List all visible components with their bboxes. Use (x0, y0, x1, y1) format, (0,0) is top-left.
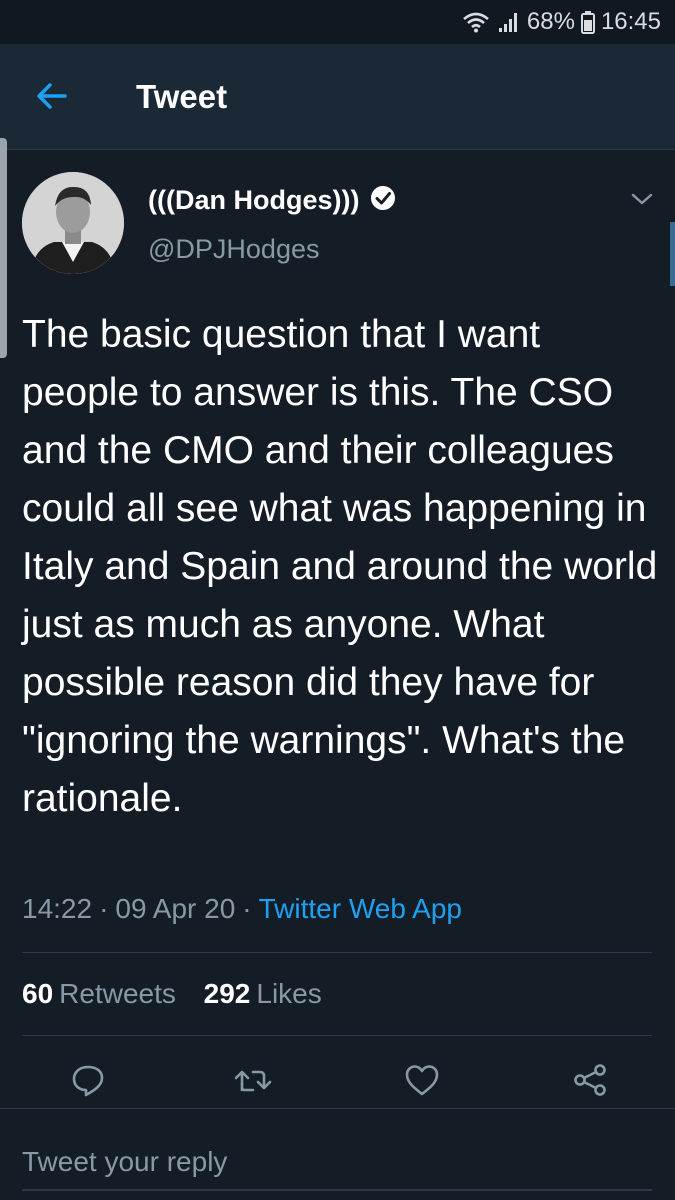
reply-icon (70, 1062, 106, 1103)
display-name: (((Dan Hodges))) (148, 185, 360, 215)
retweets-count-link[interactable]: 60 Retweets (22, 978, 176, 1009)
tweet-time: 14:22 (22, 893, 93, 924)
signal-icon (497, 10, 521, 34)
clock: 16:45 (600, 8, 661, 35)
page-title: Tweet (136, 78, 228, 115)
reply-button[interactable] (64, 1058, 112, 1106)
author-handle[interactable]: @DPJHodges (148, 234, 319, 265)
status-bar: 68% 16:45 (0, 0, 675, 44)
back-button[interactable] (26, 74, 78, 122)
reply-composer (0, 1108, 675, 1200)
retweet-icon (233, 1062, 273, 1103)
author-name-row[interactable]: (((Dan Hodges))) (148, 184, 397, 217)
likes-count: 292 (203, 978, 251, 1009)
divider (22, 1035, 652, 1036)
likes-count-link[interactable]: 292 Likes (204, 978, 322, 1009)
divider (22, 952, 652, 953)
avatar[interactable] (22, 172, 124, 274)
retweets-count: 60 (22, 978, 54, 1009)
share-button[interactable] (566, 1058, 614, 1106)
share-icon (571, 1062, 609, 1103)
retweet-button[interactable] (229, 1058, 277, 1106)
tweet-menu-button[interactable] (624, 186, 660, 216)
tweet-source-link[interactable]: Twitter Web App (259, 893, 462, 924)
engagement-counts: 60 Retweets 292 Likes (22, 978, 342, 1010)
tweet-meta: 14:22 · 09 Apr 20 · Twitter Web App (22, 893, 462, 925)
like-button[interactable] (398, 1058, 446, 1106)
meta-separator: · (99, 893, 109, 924)
retweets-label: Retweets (59, 978, 176, 1009)
scrollbar-thumb[interactable] (670, 222, 675, 286)
edge-scroll-handle[interactable] (0, 138, 7, 358)
tweet-text: The basic question that I want people to… (22, 313, 658, 820)
tweet-date: 09 Apr 20 (115, 893, 236, 924)
meta-separator: · (242, 893, 252, 924)
like-icon (403, 1062, 441, 1103)
wifi-icon (461, 10, 491, 34)
likes-label: Likes (256, 978, 322, 1009)
chevron-down-icon (631, 192, 653, 211)
verified-badge-icon (369, 184, 397, 217)
battery-icon (580, 10, 595, 34)
reply-input[interactable] (22, 1135, 652, 1191)
battery-level: 68% (526, 8, 575, 35)
arrow-left-icon (35, 81, 69, 116)
app-header: Tweet (0, 44, 675, 150)
